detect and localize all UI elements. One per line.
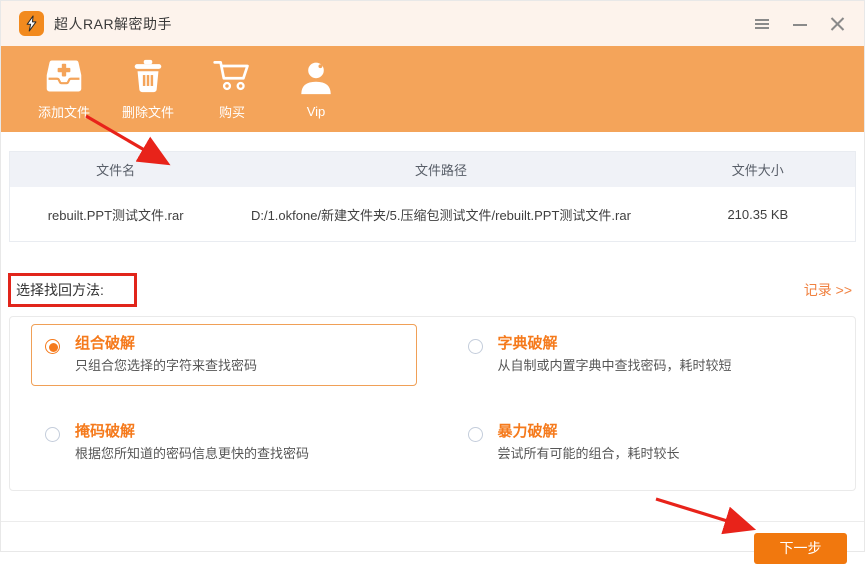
cell-file-name: rebuilt.PPT测试文件.rar <box>47 207 184 223</box>
option-title: 字典破解 <box>497 335 558 352</box>
buy-button[interactable]: 购买 <box>195 57 269 121</box>
app-logo-lightning-icon <box>19 11 44 36</box>
trash-icon <box>128 57 168 95</box>
option-title: 组合破解 <box>75 335 136 352</box>
radio-unselected-icon[interactable] <box>467 339 483 354</box>
header-file-path: 文件路径 <box>414 163 467 178</box>
titlebar: 超人RAR解密助手 <box>1 1 864 46</box>
option-mask-crack[interactable]: 掩码破解 根据您所知道的密码信息更快的查找密码 <box>31 412 417 474</box>
records-link[interactable]: 记录 >> <box>804 280 856 300</box>
option-desc: 从自制或内置字典中查找密码，耗时较短 <box>497 358 732 373</box>
buy-label: 购买 <box>218 105 245 120</box>
footer: 下一步 <box>1 522 864 564</box>
option-dictionary-crack[interactable]: 字典破解 从自制或内置字典中查找密码，耗时较短 <box>454 324 840 386</box>
file-table-header: 文件名 文件路径 文件大小 <box>10 152 855 187</box>
toolbar: 添加文件 删除文件 购买 Vip <box>1 46 864 132</box>
window-title: 超人RAR解密助手 <box>54 15 173 32</box>
option-title: 暴力破解 <box>497 423 558 440</box>
add-file-button[interactable]: 添加文件 <box>27 57 101 121</box>
option-combination-crack[interactable]: 组合破解 只组合您选择的字符来查找密码 <box>31 324 417 386</box>
radio-unselected-icon[interactable] <box>467 427 483 442</box>
next-step-button[interactable]: 下一步 <box>754 533 847 564</box>
menu-icon[interactable] <box>754 17 770 31</box>
option-title: 掩码破解 <box>75 423 136 440</box>
radio-selected-icon[interactable] <box>45 339 60 354</box>
close-icon[interactable] <box>830 17 846 31</box>
option-desc: 根据您所知道的密码信息更快的查找密码 <box>75 446 310 461</box>
method-section-label: 选择找回方法: <box>8 273 137 307</box>
delete-file-label: 删除文件 <box>121 105 174 120</box>
option-desc: 尝试所有可能的组合，耗时较长 <box>497 446 680 461</box>
header-file-name: 文件名 <box>96 163 136 178</box>
user-icon <box>296 59 336 97</box>
vip-label: Vip <box>306 104 326 119</box>
vip-button[interactable]: Vip <box>279 59 353 119</box>
inbox-plus-icon <box>44 57 84 95</box>
table-row[interactable]: rebuilt.PPT测试文件.rar D:/1.okfone/新建文件夹/5.… <box>10 187 855 241</box>
add-file-label: 添加文件 <box>37 105 90 120</box>
radio-unselected-icon[interactable] <box>45 427 60 442</box>
cart-icon <box>212 57 252 95</box>
option-bruteforce-crack[interactable]: 暴力破解 尝试所有可能的组合，耗时较长 <box>454 412 840 474</box>
delete-file-button[interactable]: 删除文件 <box>111 57 185 121</box>
method-options-panel: 组合破解 只组合您选择的字符来查找密码 字典破解 从自制或内置字典中查找密码，耗… <box>9 316 856 491</box>
minimize-icon[interactable] <box>792 17 808 31</box>
cell-file-path: D:/1.okfone/新建文件夹/5.压缩包测试文件/rebuilt.PPT测… <box>250 207 631 223</box>
cell-file-size: 210.35 KB <box>727 206 789 222</box>
header-file-size: 文件大小 <box>731 163 784 178</box>
method-section-header: 选择找回方法: 记录 >> <box>8 273 856 307</box>
file-table: 文件名 文件路径 文件大小 rebuilt.PPT测试文件.rar D:/1.o… <box>9 151 856 242</box>
option-desc: 只组合您选择的字符来查找密码 <box>75 358 258 373</box>
